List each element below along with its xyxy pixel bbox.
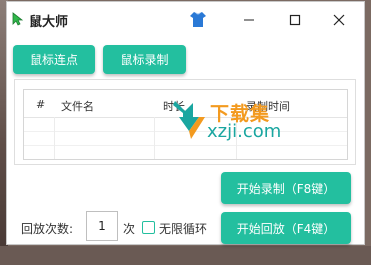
blue-shirt-icon[interactable] <box>189 10 207 28</box>
mouse-click-button[interactable]: 鼠标连点 <box>13 45 95 74</box>
desktop-background-bottom <box>0 246 371 265</box>
start-playback-button[interactable]: 开始回放（F4键） <box>221 212 351 244</box>
column-divider <box>154 117 155 159</box>
minimize-icon <box>244 19 254 21</box>
infinite-loop-checkbox[interactable] <box>142 221 155 234</box>
playback-count-label: 回放次数: <box>21 222 74 236</box>
playback-count-unit: 次 <box>123 222 136 236</box>
download-arrow-icon <box>173 101 205 139</box>
mouse-record-button[interactable]: 鼠标录制 <box>103 45 186 74</box>
window-title: 鼠大师 <box>29 15 69 30</box>
app-window: 鼠大师 鼠标连点 鼠标录制 # 文件名 时长 录制时间 下载集 xzji.com… <box>6 1 365 245</box>
close-icon <box>333 14 345 26</box>
column-filename[interactable]: 文件名 <box>61 98 94 114</box>
maximize-button[interactable] <box>275 6 315 32</box>
close-button[interactable] <box>319 6 359 32</box>
watermark-url-text: xzji.com <box>207 121 282 142</box>
green-cursor-icon <box>12 12 24 26</box>
minimize-button[interactable] <box>229 6 269 32</box>
start-record-button[interactable]: 开始录制（F8键） <box>221 172 351 204</box>
column-divider <box>54 117 55 159</box>
playback-count-input[interactable]: 1 <box>86 211 118 241</box>
title-bar[interactable]: 鼠大师 <box>7 2 364 36</box>
watermark: 下载集 xzji.com <box>169 101 319 147</box>
infinite-loop-label[interactable]: 无限循环 <box>159 220 207 237</box>
maximize-icon <box>289 14 301 26</box>
column-index[interactable]: # <box>36 98 45 111</box>
